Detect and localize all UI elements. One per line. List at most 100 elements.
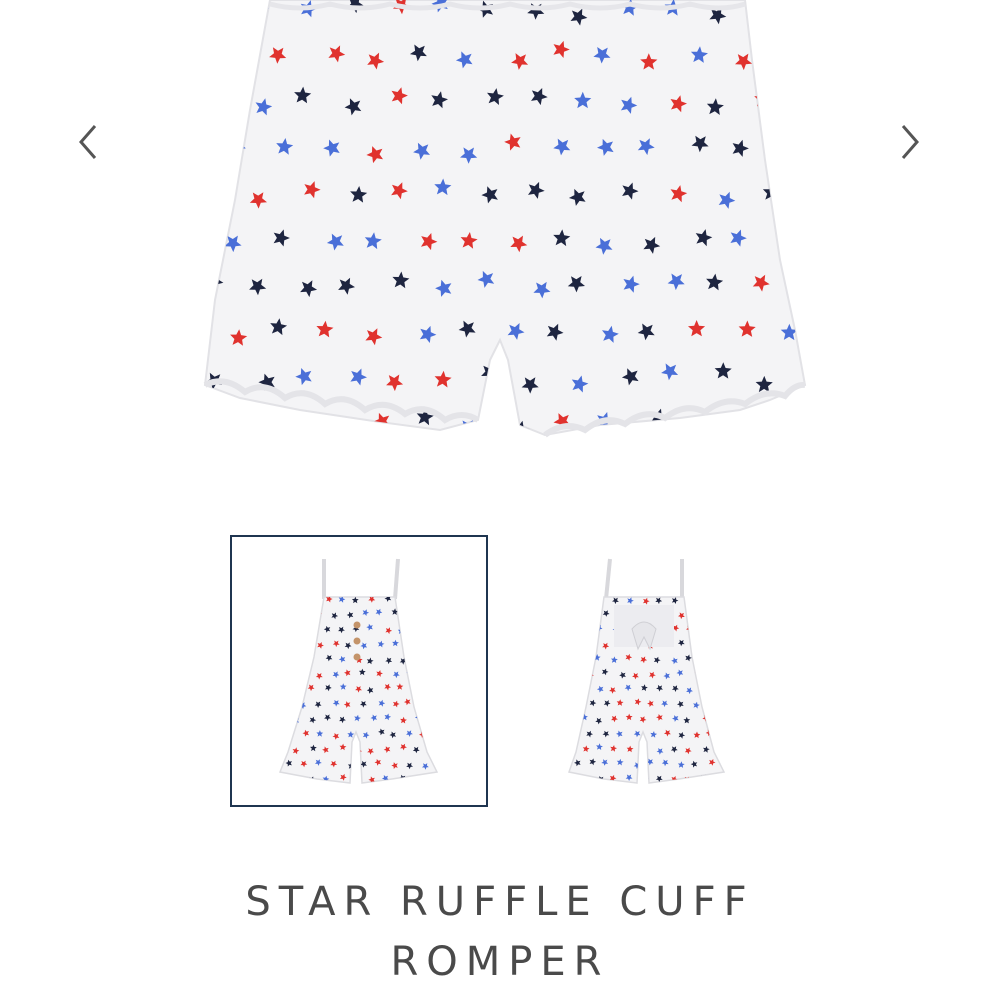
star-pattern <box>422 670 430 677</box>
star-pattern <box>205 89 217 107</box>
star-pattern <box>716 655 724 662</box>
star-pattern <box>285 638 293 646</box>
previous-image-button[interactable] <box>60 112 116 172</box>
star-pattern <box>639 744 646 752</box>
star-pattern <box>284 670 292 677</box>
star-pattern <box>280 623 288 631</box>
star-pattern <box>686 597 694 603</box>
star-pattern <box>759 0 777 18</box>
star-pattern <box>421 609 428 616</box>
star-pattern <box>700 625 708 632</box>
star-pattern <box>733 419 751 435</box>
star-pattern <box>292 597 300 604</box>
star-pattern <box>700 597 707 603</box>
star-pattern <box>429 597 437 604</box>
chevron-right-icon <box>901 125 919 159</box>
star-pattern <box>280 597 287 605</box>
star-pattern <box>573 671 581 679</box>
star-pattern <box>428 743 436 750</box>
star-pattern <box>589 611 596 619</box>
star-pattern <box>693 422 711 435</box>
star-pattern <box>406 639 413 646</box>
star-pattern <box>692 641 700 649</box>
star-pattern <box>294 656 301 663</box>
shorts-image <box>203 0 807 438</box>
star-pattern <box>573 703 581 710</box>
star-pattern <box>589 638 597 646</box>
star-pattern <box>716 624 723 632</box>
star-pattern <box>781 413 799 430</box>
thumbnail-front-view[interactable] <box>230 535 488 807</box>
star-pattern <box>579 654 587 662</box>
product-title-line2: ROMPER <box>390 939 610 985</box>
star-pattern <box>700 657 707 665</box>
star-pattern <box>280 744 287 751</box>
product-title: STAR RUFFLE CUFF ROMPER <box>0 872 1000 992</box>
star-pattern <box>225 417 243 434</box>
star-pattern <box>427 653 435 661</box>
star-pattern <box>707 609 714 617</box>
star-pattern <box>709 698 717 706</box>
star-pattern <box>582 625 589 633</box>
star-pattern <box>775 51 793 69</box>
star-pattern <box>309 597 317 602</box>
product-main-image <box>0 0 1000 510</box>
star-pattern <box>294 623 301 631</box>
star-pattern <box>272 414 290 432</box>
star-pattern <box>426 716 433 724</box>
star-pattern <box>569 744 571 752</box>
star-pattern <box>414 597 422 604</box>
star-pattern <box>574 642 582 650</box>
star-pattern <box>285 612 292 620</box>
star-pattern <box>420 699 427 707</box>
star-pattern <box>714 744 721 751</box>
star-pattern <box>413 685 420 693</box>
star-pattern <box>408 610 415 618</box>
star-pattern <box>569 715 571 723</box>
star-pattern <box>309 626 316 634</box>
star-pattern <box>716 687 724 694</box>
product-title-line1: STAR RUFFLE CUFF <box>245 879 755 925</box>
star-pattern <box>428 774 435 781</box>
star-pattern <box>427 686 435 693</box>
star-pattern <box>709 672 717 679</box>
star-pattern <box>280 777 284 783</box>
star-pattern <box>787 139 805 156</box>
star-pattern <box>280 683 286 691</box>
star-pattern <box>714 715 722 723</box>
star-pattern <box>293 777 301 783</box>
star-pattern <box>573 612 580 620</box>
star-pattern <box>569 624 572 632</box>
star-pattern <box>283 732 291 739</box>
star-pattern <box>569 774 574 782</box>
star-pattern <box>300 670 308 677</box>
star-pattern <box>280 654 285 662</box>
star-pattern <box>569 653 572 661</box>
romper-front-image <box>278 558 439 784</box>
star-pattern <box>572 729 579 737</box>
next-image-button[interactable] <box>882 112 938 172</box>
star-pattern <box>569 597 571 605</box>
star-pattern <box>581 597 588 603</box>
star-pattern <box>280 713 284 721</box>
star-pattern <box>411 625 419 633</box>
romper-back-image <box>568 558 726 784</box>
thumbnail-back-view[interactable] <box>512 535 770 807</box>
star-pattern <box>314 417 332 434</box>
star-pattern <box>205 187 220 205</box>
star-pattern <box>717 774 724 781</box>
star-pattern <box>701 686 709 693</box>
star-pattern <box>286 700 293 707</box>
star-pattern <box>422 639 429 647</box>
star-pattern <box>595 597 603 601</box>
star-pattern <box>709 639 717 647</box>
star-pattern <box>396 597 404 603</box>
star-pattern <box>295 687 303 695</box>
star-pattern <box>412 653 420 661</box>
star-pattern <box>429 624 437 632</box>
star-pattern <box>414 777 421 783</box>
chevron-left-icon <box>79 125 97 159</box>
star-pattern <box>352 777 359 783</box>
star-pattern <box>299 639 307 646</box>
star-pattern <box>301 610 309 618</box>
